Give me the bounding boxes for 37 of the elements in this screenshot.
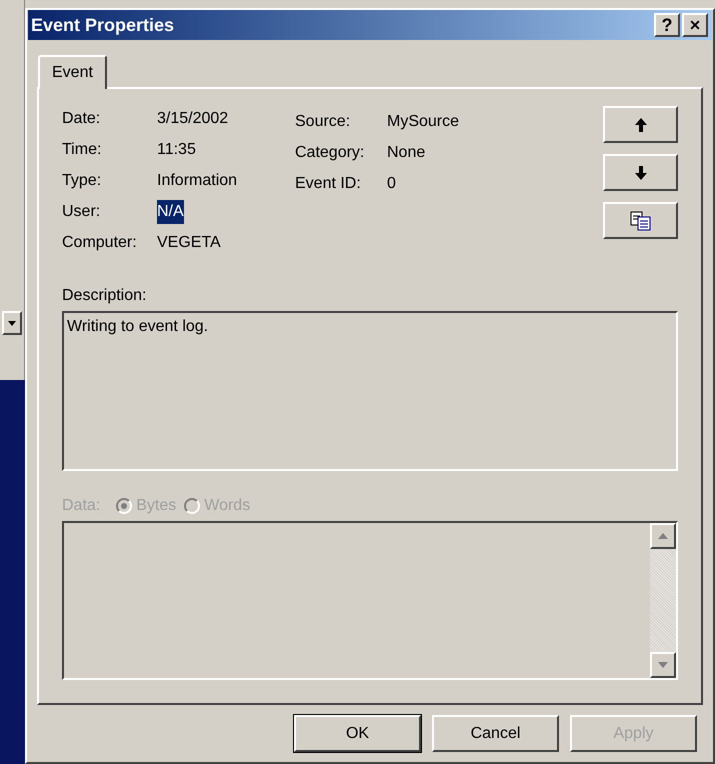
scroll-up-button[interactable] [650,523,676,549]
field-label: Date: [62,108,102,128]
field-label: Type: [62,170,102,190]
field-value: 0 [387,174,396,194]
tab[interactable]: Event [38,55,107,89]
next-button[interactable] [603,154,678,191]
copy-icon [630,210,652,230]
field-label: Event ID: [295,174,362,194]
field-value: VEGETA [157,232,221,252]
field-value: N/A [157,200,184,224]
field-label: Time: [62,140,102,160]
field-value: 11:35 [157,140,196,160]
up-arrow-icon [634,118,646,132]
copy-button[interactable] [603,202,678,239]
down-triangle-icon [658,662,668,668]
field-value: None [387,142,426,162]
description-text: Writing to event log. [67,318,208,335]
field-label: Category: [295,142,366,162]
field-value: MySource [387,112,460,132]
description-label: Description: [62,286,148,306]
window-title: Event Properties [31,14,174,37]
cancel-button[interactable]: Cancel [432,715,559,752]
close-button[interactable]: × [682,13,708,37]
up-triangle-icon [658,533,668,539]
previous-button[interactable] [603,106,678,143]
field-value: Information [157,170,238,190]
field-label: Computer: [62,232,138,252]
ok-button[interactable]: OK [294,715,421,752]
field-label: User: [62,202,102,222]
help-button[interactable]: ? [654,13,680,37]
dropdown-button[interactable] [2,311,22,335]
down-arrow-icon [634,166,646,180]
scroll-down-button[interactable] [650,652,676,678]
dropdown-arrow-icon [8,320,16,326]
scrollbar[interactable] [650,523,676,678]
field-value: 3/15/2002 [157,108,228,128]
field-label: Source: [295,112,352,132]
